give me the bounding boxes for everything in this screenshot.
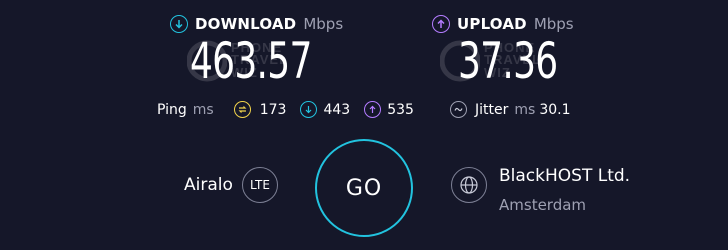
- ping-upload-icon: [364, 101, 382, 118]
- ping-idle-value: 173: [259, 101, 287, 118]
- provider-name: Airalo: [184, 175, 233, 195]
- download-arrow-icon: [170, 15, 188, 33]
- jitter-label: Jitter: [475, 101, 509, 118]
- ping-row: Ping ms 173 443 535: [157, 101, 414, 118]
- download-unit: Mbps: [303, 15, 344, 33]
- download-header: DOWNLOAD Mbps: [170, 15, 343, 33]
- upload-header: UPLOAD Mbps: [432, 15, 574, 33]
- upload-unit: Mbps: [533, 15, 574, 33]
- upload-title: UPLOAD: [457, 15, 527, 33]
- ping-label: Ping: [157, 101, 187, 118]
- server-name[interactable]: BlackHOST Ltd.: [499, 166, 630, 186]
- jitter-unit: ms: [514, 101, 536, 118]
- ping-download-value: 443: [323, 101, 351, 118]
- ping-unit: ms: [192, 101, 214, 118]
- download-value: 463.57: [190, 32, 312, 90]
- jitter-icon: [450, 101, 467, 118]
- jitter-value: 30.1: [539, 101, 571, 118]
- upload-value: 37.36: [458, 32, 558, 90]
- server-location: Amsterdam: [499, 196, 587, 214]
- download-title: DOWNLOAD: [195, 15, 297, 33]
- ping-idle-icon: [233, 101, 251, 118]
- network-type-badge: LTE: [242, 167, 278, 203]
- upload-arrow-icon: [432, 15, 450, 33]
- ping-upload-value: 535: [387, 101, 414, 118]
- ping-download-icon: [300, 101, 318, 118]
- jitter-row: Jitter ms 30.1: [450, 101, 570, 118]
- globe-icon[interactable]: [451, 167, 487, 203]
- go-button[interactable]: GO: [315, 139, 413, 237]
